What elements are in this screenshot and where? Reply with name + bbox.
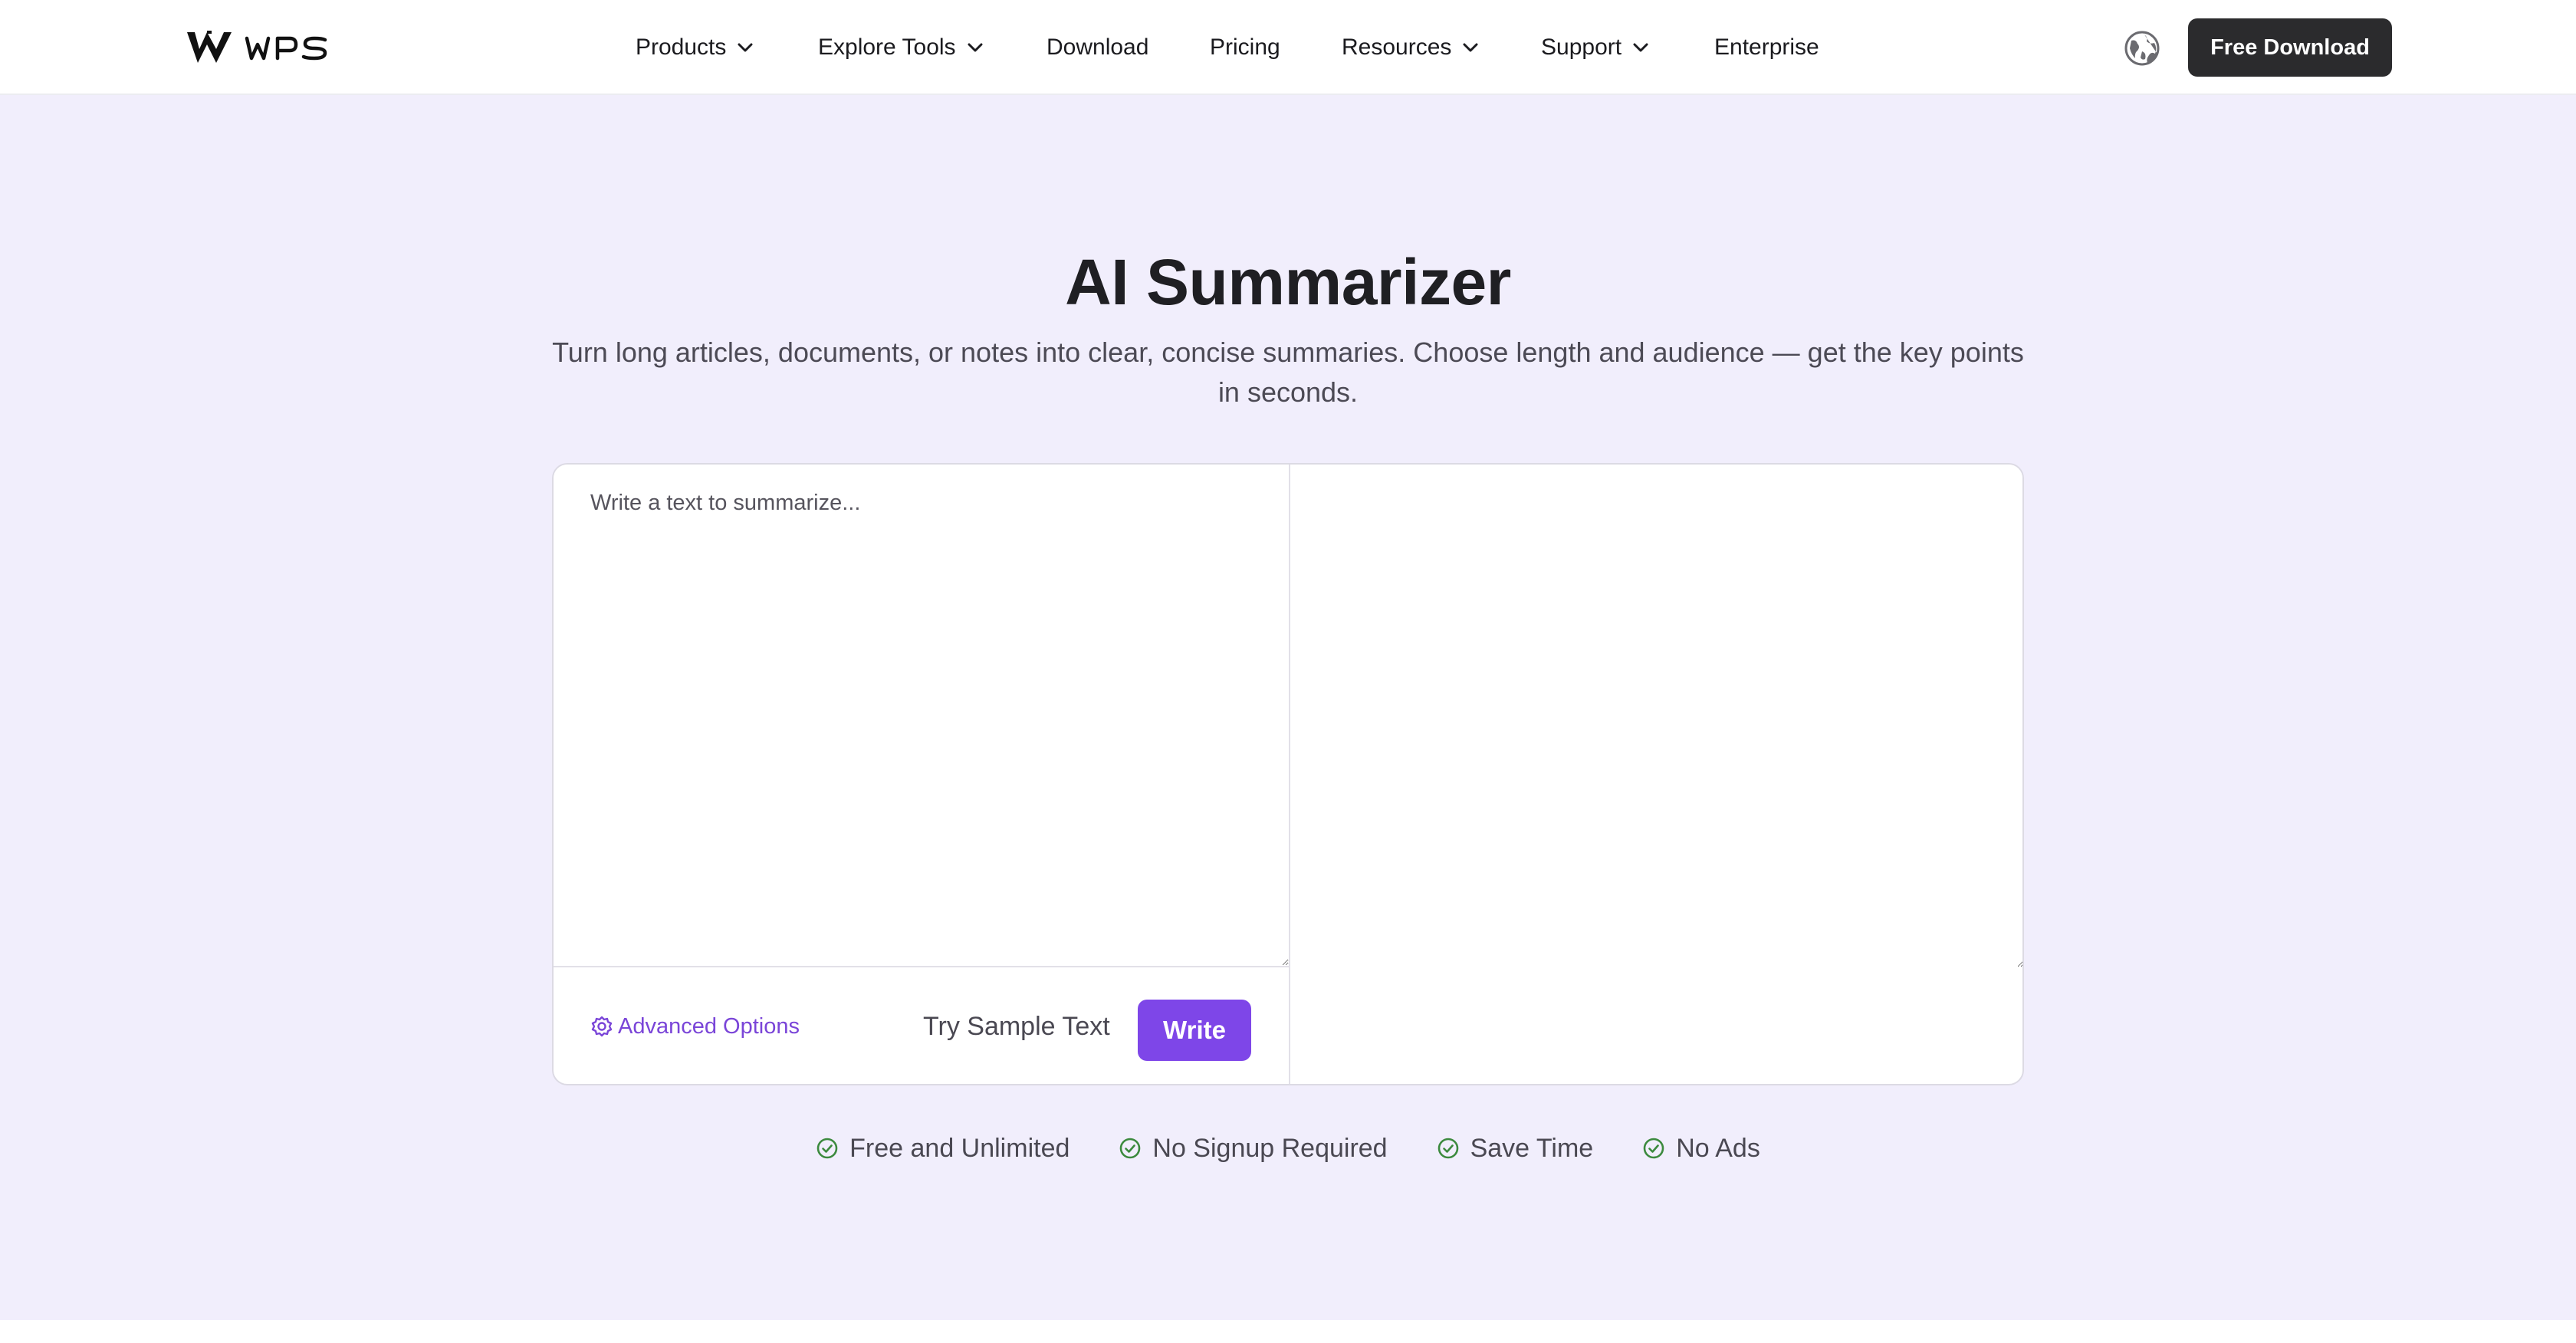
wps-logo[interactable] — [184, 28, 330, 67]
summarizer-card: Advanced Options Try Sample Text Write — [552, 463, 2024, 1085]
feature-list: Free and Unlimited No Signup Required Sa… — [0, 1127, 2576, 1170]
feature-label: No Signup Required — [1152, 1133, 1388, 1163]
check-circle-icon — [816, 1137, 839, 1160]
try-sample-text-button[interactable]: Try Sample Text — [923, 967, 1110, 1084]
feature-item: Save Time — [1437, 1133, 1594, 1164]
advanced-options-link[interactable]: Advanced Options — [590, 967, 800, 1084]
summarize-input[interactable] — [554, 465, 1289, 967]
write-button[interactable]: Write — [1138, 1000, 1251, 1061]
check-circle-icon — [1119, 1137, 1142, 1160]
chevron-down-icon — [1632, 42, 1649, 53]
chevron-down-icon — [1462, 42, 1479, 53]
page-subtitle: Turn long articles, documents, or notes … — [552, 337, 2024, 408]
chevron-down-icon — [737, 42, 754, 53]
nav-download[interactable]: Download — [1046, 0, 1148, 95]
nav-pricing-label: Pricing — [1210, 34, 1280, 60]
feature-label: No Ads — [1676, 1133, 1760, 1163]
nav-support[interactable]: Support — [1541, 0, 1649, 95]
gear-icon — [590, 1015, 613, 1038]
page-title: AI Summarizer — [1065, 246, 1511, 318]
input-pane — [554, 465, 1289, 967]
feature-item: No Ads — [1642, 1134, 1760, 1164]
page-bottom-strip — [0, 1320, 2576, 1343]
free-download-button[interactable]: Free Download — [2188, 18, 2392, 77]
nav-resources[interactable]: Resources — [1342, 0, 1479, 95]
nav-download-label: Download — [1046, 34, 1149, 60]
check-circle-icon — [1642, 1137, 1665, 1160]
check-circle-icon — [1437, 1137, 1460, 1160]
nav-explore-tools[interactable]: Explore Tools — [818, 0, 984, 95]
nav-support-label: Support — [1541, 34, 1622, 60]
nav-resources-label: Resources — [1342, 34, 1452, 60]
feature-item: No Signup Required — [1119, 1133, 1388, 1164]
input-toolbar: Advanced Options Try Sample Text Write — [554, 967, 1289, 1084]
wps-logo-mark — [187, 31, 327, 63]
nav-explore-tools-label: Explore Tools — [818, 34, 956, 60]
nav-products-label: Products — [636, 34, 727, 60]
nav-pricing[interactable]: Pricing — [1210, 0, 1280, 95]
output-pane — [1290, 465, 2022, 967]
feature-label: Save Time — [1470, 1133, 1594, 1163]
advanced-options-label: Advanced Options — [618, 1013, 800, 1039]
globe-icon[interactable] — [2124, 30, 2160, 67]
chevron-down-icon — [967, 42, 984, 53]
feature-label: Free and Unlimited — [849, 1133, 1070, 1163]
site-header: Products Explore Tools Download Pricing … — [0, 0, 2576, 95]
feature-item: Free and Unlimited — [816, 1134, 1070, 1164]
summary-output[interactable] — [1290, 465, 2022, 967]
nav-products[interactable]: Products — [636, 0, 754, 95]
nav-enterprise-label: Enterprise — [1714, 34, 1819, 60]
nav-enterprise[interactable]: Enterprise — [1714, 0, 1819, 95]
hero-section: AI Summarizer Turn long articles, docume… — [0, 95, 2576, 1320]
